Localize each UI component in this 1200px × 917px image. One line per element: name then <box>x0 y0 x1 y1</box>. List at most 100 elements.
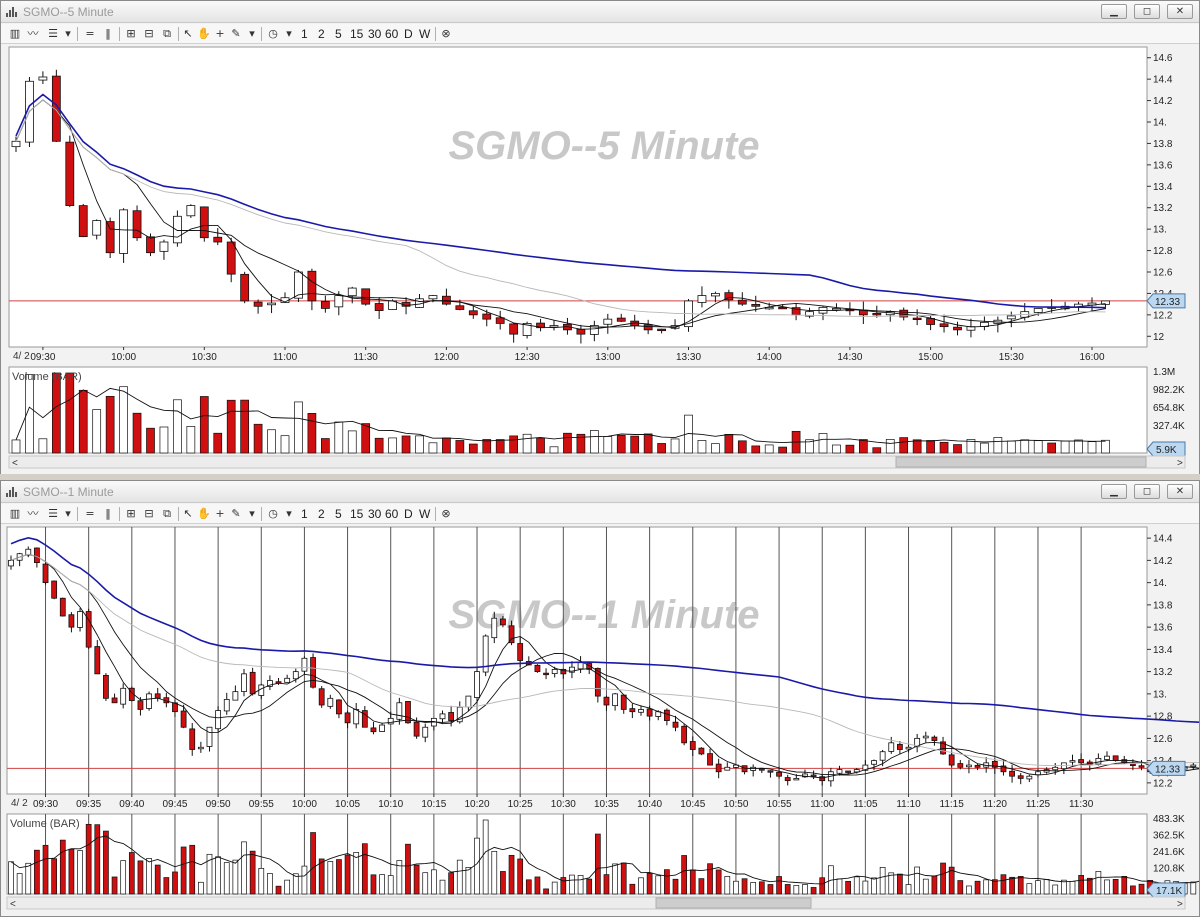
vlines-icon[interactable]: ‖ <box>101 26 115 42</box>
volume-bar <box>59 839 66 895</box>
crosshair-icon[interactable]: + <box>213 26 227 42</box>
zoom-out-icon[interactable]: ⊟ <box>141 26 157 42</box>
candle-icon[interactable]: ☰ <box>45 506 61 522</box>
time-label: 14:30 <box>837 352 862 363</box>
hlines-icon[interactable]: = <box>83 506 97 522</box>
volume-bar <box>620 862 627 895</box>
vlines-icon[interactable]: ‖ <box>101 506 115 522</box>
interval-daily[interactable]: D <box>404 26 413 42</box>
cursor-icon[interactable]: ↖ <box>181 26 195 42</box>
horizontal-scrollbar[interactable]: < > <box>8 455 1186 469</box>
interval-60[interactable]: 60 <box>385 26 398 42</box>
minimize-button[interactable]: ▁ <box>1101 484 1127 499</box>
title-bar[interactable]: SGMO--5 Minute ▁ ◻ ✕ <box>1 1 1199 23</box>
clock-icon[interactable]: ◷ <box>266 26 280 42</box>
interval-15[interactable]: 15 <box>350 506 363 522</box>
candle-up <box>396 702 403 720</box>
scroll-left-icon[interactable]: < <box>12 458 18 469</box>
candle-down <box>912 317 922 320</box>
interval-weekly[interactable]: W <box>419 26 430 42</box>
zoom-in-icon[interactable]: ⊞ <box>123 506 139 522</box>
candle-icon[interactable]: ☰ <box>45 26 61 42</box>
interval-5[interactable]: 5 <box>335 26 342 42</box>
line-chart-icon[interactable]: 〰 <box>25 506 41 522</box>
clock-icon[interactable]: ◷ <box>266 506 280 522</box>
time-label: 15:00 <box>918 352 943 363</box>
interval-15[interactable]: 15 <box>350 26 363 42</box>
close-circle-icon[interactable]: ⊗ <box>439 506 453 522</box>
dropdown-icon[interactable]: ▾ <box>63 26 73 42</box>
volume-bar <box>939 441 949 454</box>
restore-button[interactable]: ◻ <box>1134 4 1160 19</box>
candle-down <box>689 741 696 750</box>
close-button[interactable]: ✕ <box>1167 484 1193 499</box>
interval-1[interactable]: 1 <box>301 26 308 42</box>
scroll-left-icon[interactable]: < <box>10 899 16 910</box>
interval-60[interactable]: 60 <box>385 506 398 522</box>
line-chart-icon[interactable]: 〰 <box>25 26 41 42</box>
price-tick-label: 12.6 <box>1153 268 1173 279</box>
pencil-icon[interactable]: ✎ <box>229 26 243 42</box>
dropdown-icon[interactable]: ▾ <box>63 506 73 522</box>
zoom-out-icon[interactable]: ⊟ <box>141 506 157 522</box>
volume-bar <box>301 865 308 895</box>
candle-down <box>103 674 109 699</box>
candle-down <box>240 273 250 302</box>
volume-bar <box>1086 877 1093 895</box>
close-button[interactable]: ✕ <box>1167 4 1193 19</box>
volume-bar <box>931 875 938 895</box>
bar-chart-icon[interactable]: ▥ <box>7 506 23 522</box>
cursor-icon[interactable]: ↖ <box>181 506 195 522</box>
volume-bar <box>1026 883 1033 895</box>
volume-bar <box>698 878 705 895</box>
close-circle-icon[interactable]: ⊗ <box>439 26 453 42</box>
dropdown-icon[interactable]: ▾ <box>247 506 257 522</box>
time-label: 11:15 <box>940 799 965 810</box>
volume-bar <box>1101 439 1110 454</box>
candle-down <box>926 318 935 325</box>
title-bar[interactable]: SGMO--1 Minute ▁ ◻ ✕ <box>1 481 1199 503</box>
candle-up <box>793 778 800 781</box>
last-price-label: 12.33 <box>1155 297 1180 308</box>
interval-2[interactable]: 2 <box>318 26 325 42</box>
scrollbar-thumb[interactable] <box>895 456 1147 468</box>
dropdown-icon[interactable]: ▾ <box>284 506 294 522</box>
interval-5[interactable]: 5 <box>335 506 342 522</box>
chart-area[interactable]: SGMO--1 Minute14.414.214.13.813.613.413.… <box>1 524 1199 916</box>
crosshair-icon[interactable]: + <box>213 506 227 522</box>
pan-hand-icon[interactable]: ✋ <box>197 26 211 42</box>
volume-bar <box>643 433 653 454</box>
zoom-in-icon[interactable]: ⊞ <box>123 26 139 42</box>
candle-down <box>33 547 40 563</box>
volume-bar <box>836 878 843 895</box>
chart-area[interactable]: SGMO--5 Minute 14.6 14.4 14.2 14. 13.8 13.6 13.… <box>1 44 1199 474</box>
interval-2[interactable]: 2 <box>318 506 325 522</box>
interval-30[interactable]: 30 <box>368 26 381 42</box>
volume-bar <box>334 421 344 454</box>
volume-bar <box>387 875 394 895</box>
horizontal-scrollbar[interactable]: < > <box>6 896 1186 910</box>
dropdown-icon[interactable]: ▾ <box>247 26 257 42</box>
restore-button[interactable]: ◻ <box>1134 484 1160 499</box>
dropdown-icon[interactable]: ▾ <box>284 26 294 42</box>
bar-chart-icon[interactable]: ▥ <box>7 26 23 42</box>
interval-weekly[interactable]: W <box>419 506 430 522</box>
interval-1[interactable]: 1 <box>301 506 308 522</box>
scroll-right-icon[interactable]: > <box>1177 899 1183 910</box>
interval-daily[interactable]: D <box>404 506 413 522</box>
zoom-fit-icon[interactable]: ⧉ <box>159 506 175 522</box>
volume-bar <box>500 871 506 895</box>
interval-30[interactable]: 30 <box>368 506 381 522</box>
pan-hand-icon[interactable]: ✋ <box>197 506 211 522</box>
volume-bar <box>439 879 446 895</box>
candle-up <box>334 295 344 308</box>
minimize-button[interactable]: ▁ <box>1101 4 1127 19</box>
zoom-fit-icon[interactable]: ⧉ <box>159 26 175 42</box>
candle-up <box>292 671 299 680</box>
pencil-icon[interactable]: ✎ <box>229 506 243 522</box>
hlines-icon[interactable]: = <box>83 26 97 42</box>
time-label: 11:00 <box>810 799 835 810</box>
volume-bar <box>198 881 204 895</box>
scroll-right-icon[interactable]: > <box>1177 458 1183 469</box>
scrollbar-thumb[interactable] <box>655 897 812 909</box>
